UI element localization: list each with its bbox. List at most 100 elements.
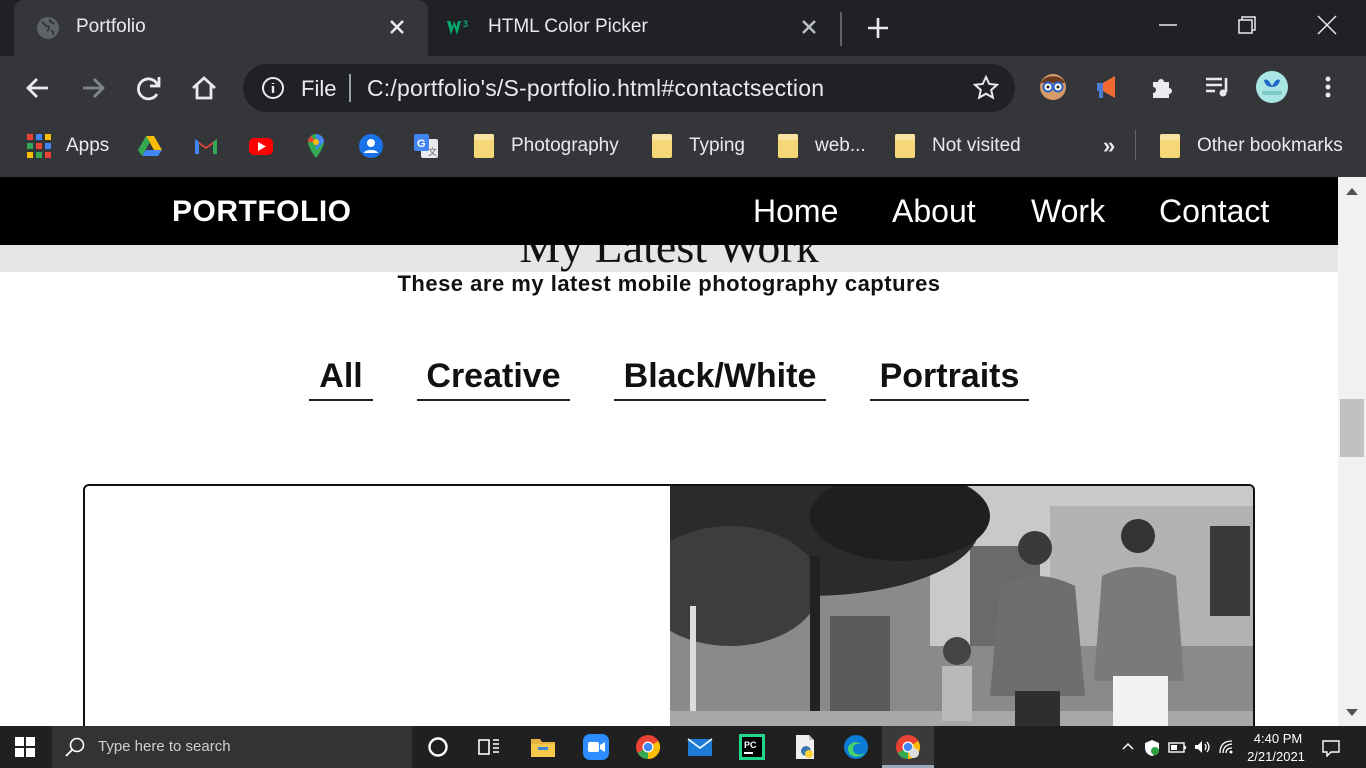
bookmark-gmail[interactable] <box>193 132 233 160</box>
bookmark-folder-photography[interactable]: Photography <box>471 132 619 160</box>
pycharm-icon[interactable]: PC <box>738 733 766 761</box>
close-window-icon[interactable] <box>1312 10 1342 40</box>
windows-taskbar: Type here to search PC 4:40 PM 2/21/2021 <box>0 726 1366 768</box>
bookmark-folder-typing[interactable]: Typing <box>649 132 745 160</box>
bookmark-label: Apps <box>66 135 110 156</box>
info-icon[interactable] <box>261 76 285 100</box>
globe-icon <box>37 17 59 39</box>
task-view-icon[interactable] <box>475 733 503 761</box>
bookmark-google-translate[interactable]: G文 <box>413 132 453 160</box>
scheme-label: File <box>301 76 337 101</box>
tab-separator <box>840 12 842 46</box>
folder-icon <box>778 134 798 158</box>
chrome-icon[interactable] <box>634 733 662 761</box>
volume-icon[interactable] <box>1193 739 1211 755</box>
wifi-icon[interactable] <box>1218 739 1236 755</box>
filter-creative[interactable]: Creative <box>417 355 570 401</box>
address-bar[interactable]: File C:/portfolio's/S-portfolio.html#con… <box>243 64 1015 112</box>
forward-icon[interactable] <box>77 72 109 104</box>
screen: Portfolio 3 HTML Color Picker File C:/po… <box>0 0 1366 768</box>
bookmark-star-icon[interactable] <box>973 75 999 101</box>
media-queue-icon[interactable] <box>1201 70 1235 104</box>
section-subtitle: These are my latest mobile photography c… <box>397 271 941 296</box>
tab-html-color-picker[interactable]: 3 HTML Color Picker <box>432 0 840 56</box>
bookmark-label: Photography <box>511 135 619 156</box>
bookmark-folder-not-visited[interactable]: Not visited <box>892 132 1021 160</box>
bookmark-youtube[interactable] <box>248 132 288 160</box>
taskbar-active-chrome[interactable] <box>882 726 934 768</box>
profile-avatar-icon[interactable] <box>1255 70 1289 104</box>
nav-link-home[interactable]: Home <box>753 193 838 230</box>
gmail-icon <box>195 139 217 154</box>
nav-link-about[interactable]: About <box>892 193 976 230</box>
scrollbar-thumb[interactable] <box>1340 399 1364 457</box>
taskbar-search-box[interactable]: Type here to search <box>52 726 412 768</box>
new-tab-icon[interactable] <box>864 14 892 42</box>
page-scrollbar[interactable] <box>1338 177 1366 726</box>
site-navbar: PORTFOLIO Home About Work Contact <box>0 177 1338 245</box>
menu-kebab-icon[interactable] <box>1311 70 1345 104</box>
scroll-up-icon[interactable] <box>1345 186 1359 196</box>
home-icon[interactable] <box>188 72 220 104</box>
tab-strip: Portfolio 3 HTML Color Picker <box>0 0 1366 56</box>
tab-title: HTML Color Picker <box>488 16 648 37</box>
nav-link-work[interactable]: Work <box>1031 193 1105 230</box>
bookmark-apps[interactable]: Apps <box>26 132 109 160</box>
reload-icon[interactable] <box>133 72 165 104</box>
google-drive-icon <box>138 136 162 156</box>
bookmarks-overflow-button[interactable]: » <box>1103 132 1115 160</box>
bookmark-google-drive[interactable] <box>137 132 177 160</box>
folder-icon <box>652 134 672 158</box>
page-viewport: My Latest Work These are my latest mobil… <box>0 177 1366 726</box>
filter-all[interactable]: All <box>309 355 373 401</box>
svg-text:PC: PC <box>744 740 757 750</box>
svg-text:文: 文 <box>428 146 437 157</box>
chrome-profile-icon <box>896 735 921 759</box>
bookmark-other-bookmarks[interactable]: Other bookmarks <box>1157 132 1343 160</box>
apps-grid-icon <box>27 134 51 158</box>
bookmarks-bar: Apps G文 Photography Typing web... Not vi… <box>0 120 1366 177</box>
folder-icon <box>1160 134 1180 158</box>
security-shield-icon[interactable] <box>1143 739 1161 757</box>
clock-date[interactable]: 2/21/2021 <box>1242 749 1310 764</box>
file-explorer-icon[interactable] <box>529 733 557 761</box>
tray-chevron-up-icon[interactable] <box>1121 739 1135 753</box>
nav-link-contact[interactable]: Contact <box>1159 193 1269 230</box>
scroll-down-icon[interactable] <box>1345 708 1359 718</box>
edge-icon[interactable] <box>842 733 870 761</box>
python-file-icon[interactable] <box>791 733 819 761</box>
gallery-photo[interactable] <box>670 486 1255 726</box>
url-text[interactable]: C:/portfolio's/S-portfolio.html#contacts… <box>367 75 824 102</box>
battery-icon[interactable] <box>1168 739 1188 755</box>
minimize-icon[interactable] <box>1153 10 1183 40</box>
notifications-icon[interactable] <box>1322 739 1340 757</box>
cortana-icon[interactable] <box>424 733 452 761</box>
bookmark-label: Not visited <box>932 135 1021 156</box>
google-maps-icon <box>308 134 324 158</box>
tab-title: Portfolio <box>76 16 146 37</box>
close-tab-icon[interactable] <box>384 14 410 40</box>
mail-icon[interactable] <box>686 733 714 761</box>
megaphone-extension-icon[interactable] <box>1091 70 1125 104</box>
search-icon <box>65 737 85 757</box>
restore-icon[interactable] <box>1232 10 1262 40</box>
gallery-card <box>83 484 1255 726</box>
extensions-puzzle-icon[interactable] <box>1146 70 1180 104</box>
filter-portraits[interactable]: Portraits <box>870 355 1029 401</box>
folder-icon <box>895 134 915 158</box>
bookmark-google-maps[interactable] <box>303 132 343 160</box>
gallery-filters: All Creative Black/White Portraits <box>0 355 1338 405</box>
bookmark-label: Other bookmarks <box>1197 135 1343 156</box>
clock-time[interactable]: 4:40 PM <box>1248 731 1308 746</box>
filter-black-white[interactable]: Black/White <box>614 355 826 401</box>
extension-avatar-icon[interactable] <box>1036 70 1070 104</box>
site-brand[interactable]: PORTFOLIO <box>172 195 352 229</box>
bookmark-contacts[interactable] <box>358 132 398 160</box>
zoom-icon[interactable] <box>582 733 610 761</box>
back-icon[interactable] <box>22 72 54 104</box>
svg-text:G: G <box>417 138 426 150</box>
tab-portfolio[interactable]: Portfolio <box>14 0 428 56</box>
bookmark-folder-web[interactable]: web... <box>775 132 866 160</box>
windows-start-icon[interactable] <box>15 737 35 757</box>
close-tab-icon[interactable] <box>796 14 822 40</box>
